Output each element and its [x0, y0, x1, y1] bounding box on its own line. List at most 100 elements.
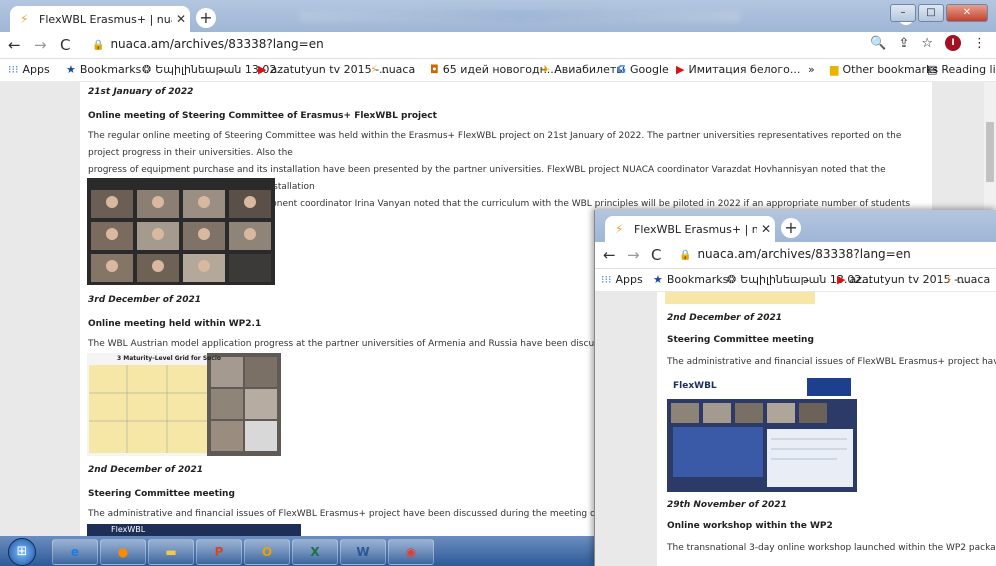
bookmark-bookmarks[interactable]: ★ Bookmarks — [653, 273, 728, 286]
zoom-icon[interactable]: 🔍 — [870, 36, 886, 51]
close-window-button[interactable]: ✕ — [946, 4, 988, 22]
post-paragraph: The transnational 3-day online workshop … — [667, 543, 996, 553]
profile-avatar[interactable]: I — [945, 35, 961, 51]
star-icon[interactable]: ☆ — [921, 36, 933, 51]
bookmark-3[interactable]: ⚡ nuaca — [370, 63, 415, 76]
window-controls: – □ ✕ — [888, 4, 988, 22]
back-arrow-icon[interactable]: ← — [603, 246, 616, 264]
address-toolbar: ← → C 🔒 nuaca.am/archives/83338?lang=en 🔍… — [0, 32, 996, 59]
post-paragraph: The administrative and financial issues … — [88, 509, 608, 519]
bookmark-label: Reading list — [941, 63, 996, 76]
zoom-meeting-photo[interactable] — [87, 178, 275, 285]
bookmark-label: Other bookmarks — [842, 63, 939, 76]
browser-tab[interactable]: ⚡ FlexWBL Erasmus+ | nuaca ✕ — [605, 216, 775, 242]
bookmark-label: Bookmarks — [79, 63, 142, 76]
post-heading[interactable]: Online meeting of Steering Committee of … — [88, 108, 437, 125]
close-tab-icon[interactable]: ✕ — [172, 12, 190, 26]
post-paragraph: The WBL Austrian model application progr… — [88, 339, 608, 349]
nuaca-favicon-icon: ⚡ — [20, 12, 29, 26]
meeting-slide-graphic — [671, 403, 853, 487]
post-date: 2nd December of 2021 — [667, 313, 783, 323]
banner-logo-text: FlexWBL — [111, 525, 146, 534]
folder-icon: ▆ — [830, 63, 839, 76]
youtube-icon: ▶ — [676, 63, 685, 76]
steering-committee-photo[interactable]: FlexWBL — [667, 375, 857, 492]
excel-icon[interactable]: X — [292, 539, 338, 565]
address-toolbar: ← → C 🔒 nuaca.am/archives/83338?lang=en — [595, 242, 996, 269]
bookmark-7[interactable]: ▶ Имитация белого... — [676, 63, 800, 76]
globe-icon: ❂ — [142, 63, 152, 76]
bookmark-square-icon: ◘ — [430, 63, 439, 76]
bookmark-label: Apps — [22, 63, 50, 76]
chrome-icon[interactable]: ◉ — [388, 539, 434, 565]
post-heading[interactable]: Steering Committee meeting — [667, 332, 814, 349]
post-date: 29th November of 2021 — [667, 500, 787, 510]
second-browser-window: ⚡ FlexWBL Erasmus+ | nuaca ✕ + ← → C 🔒 nu… — [594, 210, 996, 566]
nuaca-favicon-icon: ⚡ — [615, 222, 624, 236]
youtube-icon: ▶ — [837, 273, 846, 286]
outlook-icon[interactable]: O — [244, 539, 290, 565]
post-date: 21st January of 2022 — [88, 87, 194, 97]
firefox-icon[interactable]: ● — [100, 539, 146, 565]
tab-bar: ⚡ FlexWBL Erasmus+ | nuaca ✕ + ▾ – □ ✕ — [0, 0, 996, 32]
lock-icon: 🔒 — [679, 250, 692, 261]
bookmark-label: Имитация белого... — [688, 63, 801, 76]
post-heading[interactable]: Online meeting held within WP2.1 — [88, 316, 261, 333]
flexwbl-banner-photo[interactable]: FlexWBL — [87, 524, 301, 536]
forward-arrow-icon[interactable]: → — [34, 36, 47, 54]
share-icon[interactable]: ⇪ — [898, 36, 909, 51]
minimize-button[interactable]: – — [890, 4, 916, 22]
tab-title: FlexWBL Erasmus+ | nuaca — [634, 222, 757, 236]
bookmark-reading-list[interactable]: ▤Reading list — [927, 63, 996, 76]
post-heading[interactable]: Online workshop within the WP2 — [667, 518, 833, 535]
powerpoint-icon[interactable]: P — [196, 539, 242, 565]
bookmark-apps[interactable]: ⁝⁝⁝ Apps — [601, 273, 643, 286]
start-orb-icon[interactable]: ⊞ — [8, 538, 36, 566]
bookmark-label: nuaca — [381, 63, 416, 76]
file-explorer-icon[interactable]: ▬ — [148, 539, 194, 565]
grid-title: 3 Maturity-Level Grid for Socio — [117, 355, 222, 362]
bookmark-label: Apps — [615, 273, 643, 286]
date-text: 3rd December of 2021 — [88, 295, 202, 305]
bookmark-3[interactable]: ⚡ nuaca — [945, 273, 990, 286]
plane-icon: ✈ — [541, 63, 551, 76]
google-icon: G — [617, 63, 627, 76]
address-bar[interactable]: 🔒 nuaca.am/archives/83338?lang=en — [679, 247, 911, 261]
internet-explorer-icon[interactable]: e — [52, 539, 98, 565]
post-heading[interactable]: Steering Committee meeting — [88, 486, 235, 503]
reload-icon[interactable]: C — [60, 36, 70, 54]
tab-bar: ⚡ FlexWBL Erasmus+ | nuaca ✕ + — [595, 210, 996, 242]
bookmarks-bar: ⁝⁝⁝ Apps ★ Bookmarks ❂ Եպիլինեաթան 13.02...… — [0, 59, 996, 82]
bookmarks-overflow[interactable]: » — [808, 63, 815, 76]
bookmark-label: nuaca — [956, 273, 991, 286]
bookmark-apps[interactable]: ⁝⁝⁝ Apps — [8, 63, 50, 76]
maturity-grid-graphic — [89, 353, 281, 456]
star-icon: ★ — [66, 63, 76, 76]
bookmark-label: Авиабилеты — [554, 63, 625, 76]
reload-icon[interactable]: C — [651, 246, 661, 264]
article-content: 2nd December of 2021 Steering Committee … — [657, 292, 996, 566]
page-viewport: 2nd December of 2021 Steering Committee … — [595, 292, 996, 566]
bookmark-5[interactable]: ✈ Авиабилеты — [541, 63, 625, 76]
new-tab-button[interactable]: + — [196, 8, 216, 28]
scrollbar-thumb[interactable] — [986, 122, 994, 182]
maximize-button[interactable]: □ — [918, 4, 944, 22]
menu-kebab-icon[interactable]: ⋮ — [973, 36, 986, 51]
bookmark-bookmarks[interactable]: ★ Bookmarks — [66, 63, 141, 76]
url-text: nuaca.am/archives/83338?lang=en — [110, 37, 324, 51]
address-icons: 🔍 ⇪ ☆ I ⋮ — [858, 35, 986, 51]
bookmark-other[interactable]: ▆ Other bookmarks — [830, 63, 938, 76]
forward-arrow-icon[interactable]: → — [627, 246, 640, 264]
word-icon[interactable]: W — [340, 539, 386, 565]
close-tab-icon[interactable]: ✕ — [757, 222, 775, 236]
maturity-grid-photo[interactable]: 3 Maturity-Level Grid for Socio — [87, 353, 281, 456]
meeting-grid-graphic — [91, 190, 271, 282]
address-bar[interactable]: 🔒 nuaca.am/archives/83338?lang=en — [92, 37, 324, 51]
browser-tab[interactable]: ⚡ FlexWBL Erasmus+ | nuaca ✕ — [10, 6, 190, 32]
bookmark-4[interactable]: ◘ 65 идей новогодн... — [430, 63, 557, 76]
bookmark-6[interactable]: G Google — [617, 63, 669, 76]
lock-icon: 🔒 — [92, 40, 105, 51]
url-text: nuaca.am/archives/83338?lang=en — [697, 247, 911, 261]
back-arrow-icon[interactable]: ← — [8, 36, 21, 54]
new-tab-button[interactable]: + — [781, 218, 801, 238]
